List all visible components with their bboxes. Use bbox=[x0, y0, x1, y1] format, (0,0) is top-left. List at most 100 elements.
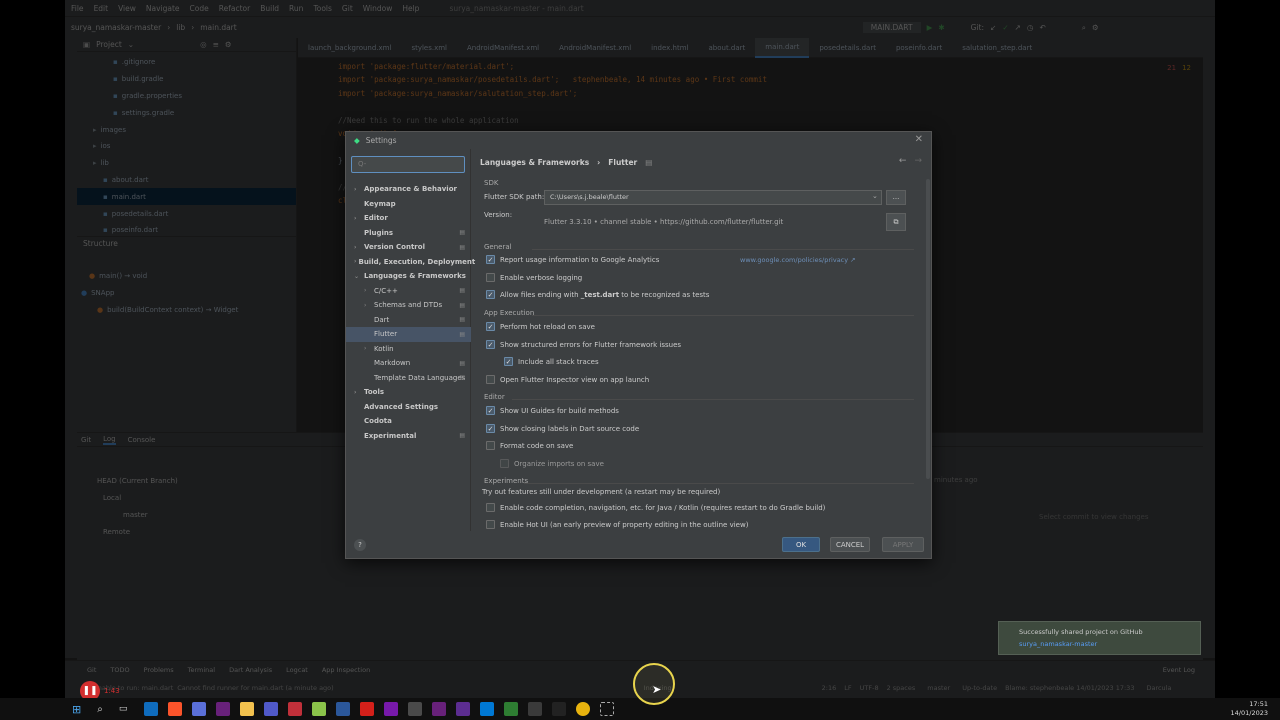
settings-nav-item[interactable]: › Appearance & Behavior bbox=[346, 182, 471, 197]
expand-arrow-icon[interactable]: › bbox=[354, 186, 362, 193]
system-clock[interactable]: 17:51 14/01/2023 bbox=[1231, 700, 1268, 718]
menu-item-window[interactable]: Window bbox=[363, 4, 393, 13]
stack-traces-checkbox[interactable]: ✓ bbox=[504, 357, 513, 366]
tool-window-button[interactable]: App Inspection bbox=[322, 666, 370, 674]
debug-icon[interactable]: ✱ bbox=[938, 23, 944, 32]
vscode-icon[interactable] bbox=[480, 702, 495, 716]
onenote-icon[interactable] bbox=[384, 702, 399, 716]
app-icon[interactable] bbox=[408, 702, 423, 716]
history-icon[interactable]: ◷ bbox=[1027, 23, 1034, 32]
inspector-checkbox[interactable] bbox=[486, 375, 495, 384]
locate-icon[interactable]: ◎ bbox=[200, 40, 207, 49]
acrobat-icon[interactable] bbox=[360, 702, 375, 716]
closing-labels-checkbox[interactable]: ✓ bbox=[486, 424, 495, 433]
tab-console[interactable]: Console bbox=[128, 436, 156, 444]
menu-item-run[interactable]: Run bbox=[289, 4, 303, 13]
privacy-link[interactable]: www.google.com/policies/privacy ↗ bbox=[740, 256, 856, 264]
search-icon[interactable]: ⌕ bbox=[97, 704, 103, 715]
tab-log[interactable]: Log bbox=[103, 435, 116, 445]
project-tree-item[interactable]: ▪ build.gradle bbox=[77, 71, 296, 88]
editor-tab[interactable]: salutation_step.dart bbox=[952, 38, 1042, 58]
notification-link[interactable]: surya_namaskar-master bbox=[1019, 640, 1200, 648]
teams-icon[interactable] bbox=[264, 702, 279, 716]
organize-imports-checkbox[interactable] bbox=[500, 459, 509, 468]
caret-position[interactable]: 2:16 bbox=[822, 684, 837, 692]
settings-scrollbar[interactable] bbox=[926, 179, 930, 479]
menu-item-build[interactable]: Build bbox=[260, 4, 279, 13]
format-on-save-checkbox[interactable] bbox=[486, 441, 495, 450]
chrome-icon[interactable] bbox=[576, 702, 591, 716]
expand-arrow-icon[interactable]: › bbox=[354, 215, 362, 222]
copy-icon[interactable]: ⧉ bbox=[886, 213, 906, 231]
ui-guides-option[interactable]: ✓ Show UI Guides for build methods bbox=[486, 406, 619, 415]
verbose-logging-checkbox[interactable] bbox=[486, 273, 495, 282]
analytics-option[interactable]: ✓ Report usage information to Google Ana… bbox=[486, 255, 659, 264]
search-everywhere-icon[interactable]: ⌕ bbox=[1082, 23, 1086, 33]
snipping-tool-icon[interactable] bbox=[600, 702, 615, 716]
cancel-button[interactable]: CANCEL bbox=[830, 537, 870, 552]
tool-window-button[interactable]: Event Log bbox=[1163, 666, 1195, 674]
stack-traces-option[interactable]: ✓ Include all stack traces bbox=[504, 357, 599, 366]
settings-nav-item[interactable]: Codota bbox=[346, 414, 471, 429]
brave-icon[interactable] bbox=[168, 702, 183, 716]
notepad-icon[interactable] bbox=[312, 702, 327, 716]
settings-nav-item[interactable]: Flutter ▤ bbox=[346, 327, 471, 342]
app-icon[interactable] bbox=[504, 702, 519, 716]
project-tree-item[interactable]: ▪ posedetails.dart bbox=[77, 205, 296, 222]
project-tree-item[interactable]: ▪ main.dart bbox=[77, 188, 296, 206]
settings-nav-item[interactable]: ⌄ Languages & Frameworks bbox=[346, 269, 471, 284]
theme-name[interactable]: Darcula bbox=[1146, 684, 1171, 692]
expand-arrow-icon[interactable]: › bbox=[364, 345, 372, 352]
code-completion-option[interactable]: Enable code completion, navigation, etc.… bbox=[486, 503, 825, 512]
test-files-option[interactable]: ✓ Allow files ending with _test.dart to … bbox=[486, 290, 709, 299]
editor-tab[interactable]: styles.xml bbox=[401, 38, 457, 58]
structure-item[interactable]: ● main() → void bbox=[77, 268, 297, 285]
inspector-option[interactable]: Open Flutter Inspector view on app launc… bbox=[486, 375, 649, 384]
structured-errors-option[interactable]: ✓ Show structured errors for Flutter fra… bbox=[486, 340, 681, 349]
git-commit-icon[interactable]: ✓ bbox=[1002, 23, 1008, 32]
pycharm-icon[interactable] bbox=[288, 702, 303, 716]
project-tree-item[interactable]: ▸ images bbox=[77, 121, 296, 138]
branch-head[interactable]: HEAD (Current Branch) bbox=[97, 473, 178, 490]
branch-remote[interactable]: Remote bbox=[97, 524, 178, 541]
structure-item[interactable]: ● build(BuildContext context) → Widget bbox=[77, 302, 297, 319]
word-icon[interactable] bbox=[336, 702, 351, 716]
tool-window-button[interactable]: Git bbox=[87, 666, 96, 674]
verbose-logging-option[interactable]: Enable verbose logging bbox=[486, 273, 582, 282]
app-icon[interactable] bbox=[192, 702, 207, 716]
tool-window-button[interactable]: TODO bbox=[110, 666, 129, 674]
tool-window-button[interactable]: Problems bbox=[144, 666, 174, 674]
file-encoding[interactable]: UTF-8 bbox=[860, 684, 879, 692]
run-icon[interactable]: ▶ bbox=[927, 23, 933, 32]
chevron-down-icon[interactable]: ⌄ bbox=[128, 40, 134, 49]
revert-icon[interactable]: ↶ bbox=[1039, 23, 1045, 32]
test-files-checkbox[interactable]: ✓ bbox=[486, 290, 495, 299]
settings-nav-item[interactable]: › Editor bbox=[346, 211, 471, 226]
structure-title[interactable]: Structure bbox=[83, 239, 118, 248]
editor-tab[interactable]: AndroidManifest.xml bbox=[549, 38, 641, 58]
visual-studio-icon[interactable] bbox=[216, 702, 231, 716]
branch-local[interactable]: Local bbox=[97, 490, 178, 507]
expand-arrow-icon[interactable]: › bbox=[364, 302, 372, 309]
back-arrow-icon[interactable]: ← bbox=[899, 156, 907, 166]
closing-labels-option[interactable]: ✓ Show closing labels in Dart source cod… bbox=[486, 424, 639, 433]
tool-window-button[interactable]: Terminal bbox=[188, 666, 215, 674]
github-share-notification[interactable]: Successfully shared project on GitHub su… bbox=[998, 621, 1201, 655]
settings-nav-item[interactable]: Advanced Settings bbox=[346, 400, 471, 415]
git-branch[interactable]: master bbox=[927, 684, 950, 692]
hot-reload-checkbox[interactable]: ✓ bbox=[486, 322, 495, 331]
analytics-checkbox[interactable]: ✓ bbox=[486, 255, 495, 264]
menu-item-code[interactable]: Code bbox=[190, 4, 209, 13]
expand-arrow-icon[interactable]: › bbox=[354, 258, 356, 265]
project-tree-item[interactable]: ▪ gradle.properties bbox=[77, 88, 296, 105]
settings-nav-item[interactable]: › Build, Execution, Deployment bbox=[346, 255, 475, 270]
editor-tab[interactable]: AndroidManifest.xml bbox=[457, 38, 549, 58]
organize-imports-option[interactable]: Organize imports on save bbox=[500, 459, 604, 468]
menu-item-view[interactable]: View bbox=[118, 4, 136, 13]
menu-item-edit[interactable]: Edit bbox=[94, 4, 109, 13]
chevron-down-icon[interactable]: ⌄ bbox=[872, 192, 878, 200]
visual-studio-icon[interactable] bbox=[432, 702, 447, 716]
git-bash-icon[interactable] bbox=[528, 702, 543, 716]
project-tree-item[interactable]: ▪ settings.gradle bbox=[77, 104, 296, 121]
run-config-select[interactable]: MAIN.DART bbox=[862, 22, 921, 33]
